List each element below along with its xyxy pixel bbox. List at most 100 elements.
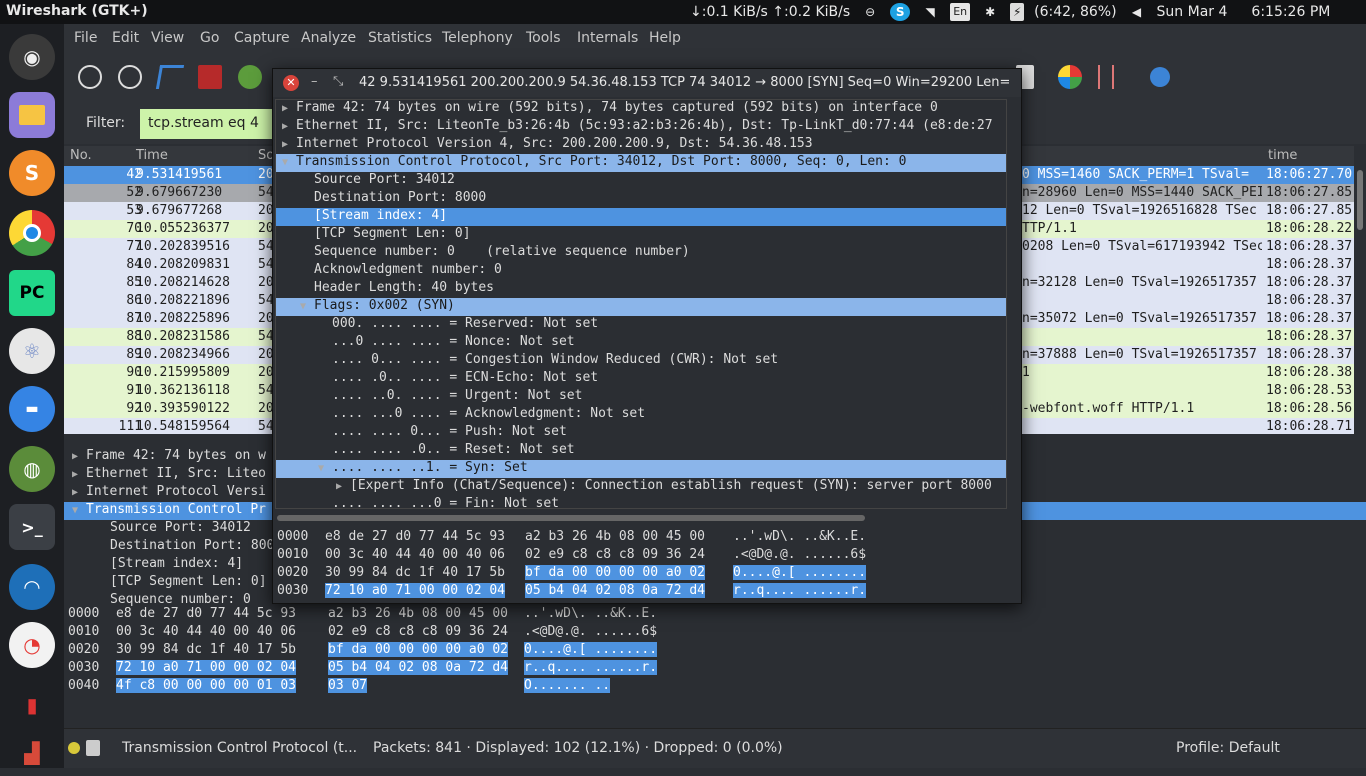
hex-ascii[interactable]: ..'.wD\. ..&K..E. <box>733 529 866 544</box>
battery-icon[interactable]: ⚡ <box>1010 3 1025 21</box>
hex-bytes-b[interactable]: 05 b4 04 02 08 0a 72 d4 <box>328 660 509 675</box>
trash-icon[interactable]: ▟ <box>9 730 55 776</box>
packet-window-tree-item[interactable]: ▶ [Expert Info (Chat/Sequence): Connectio… <box>276 478 1006 496</box>
packet-window-tree-item[interactable]: Acknowledgment number: 0 <box>276 262 1006 280</box>
preferences-icon[interactable] <box>1098 65 1114 89</box>
filter-input[interactable]: tcp.stream eq 4 <box>140 109 280 139</box>
packet-window-tree-item[interactable]: ...0 .... .... = Nonce: Not set <box>276 334 1006 352</box>
chat-app-icon[interactable]: ▬ <box>9 386 55 432</box>
column-time[interactable]: Time <box>136 148 168 163</box>
terminal-icon[interactable]: >_ <box>9 504 55 550</box>
chrome-icon[interactable] <box>9 210 55 256</box>
hex-bytes-a[interactable]: 00 3c 40 44 40 00 40 06 <box>325 547 505 562</box>
menu-analyze[interactable]: Analyze <box>301 30 356 46</box>
hex-bytes-b[interactable]: 03 07 <box>328 678 368 693</box>
packet-window-tree-item[interactable]: Destination Port: 8000 <box>276 190 1006 208</box>
expander-icon[interactable]: ▼ <box>282 157 296 168</box>
sublime-text-icon[interactable]: S <box>9 150 55 196</box>
expander-icon[interactable]: ▶ <box>282 121 296 132</box>
packet-window-tree-item[interactable]: Header Length: 40 bytes <box>276 280 1006 298</box>
packet-window-tree-item[interactable]: ▶ Ethernet II, Src: LiteonTe_b3:26:4b (5c… <box>276 118 1006 136</box>
wifi-icon[interactable]: ◥ <box>920 3 940 21</box>
hex-ascii[interactable]: O....... .. <box>524 678 611 693</box>
menu-statistics[interactable]: Statistics <box>368 30 432 46</box>
hex-bytes-a[interactable]: 00 3c 40 44 40 00 40 06 <box>116 624 296 639</box>
restart-capture-icon[interactable] <box>238 65 262 89</box>
pycharm-icon[interactable]: PC <box>9 270 55 316</box>
packet-window-tree-item[interactable]: Sequence number: 0 (relative sequence nu… <box>276 244 1006 262</box>
maximize-icon[interactable]: ⤡ <box>333 74 343 89</box>
expander-icon[interactable]: ▶ <box>72 487 86 498</box>
clock-time[interactable]: 6:15:26 PM <box>1251 4 1330 20</box>
close-icon[interactable]: ✕ <box>283 75 299 91</box>
atom-icon[interactable]: ⚛ <box>9 328 55 374</box>
hex-ascii[interactable]: .<@D@.@. ......6$ <box>524 624 657 639</box>
expander-icon[interactable]: ▶ <box>282 139 296 150</box>
hex-bytes-b[interactable]: bf da 00 00 00 00 a0 02 <box>525 565 706 580</box>
skype-icon[interactable]: S <box>890 3 911 21</box>
menu-edit[interactable]: Edit <box>112 30 139 46</box>
hex-bytes-a[interactable]: 30 99 84 dc 1f 40 17 5b <box>116 642 296 657</box>
hex-ascii[interactable]: r..q.... ......r. <box>524 660 658 675</box>
wireshark-icon[interactable]: ◠ <box>9 564 55 610</box>
usb-drive-icon[interactable]: ▮ <box>9 682 55 728</box>
packet-window-tree-item[interactable]: .... .0.. .... = ECN-Echo: Not set <box>276 370 1006 388</box>
hex-bytes-a[interactable]: 72 10 a0 71 00 00 02 04 <box>116 660 297 675</box>
bluetooth-icon[interactable]: ✱ <box>980 3 1000 21</box>
menu-go[interactable]: Go <box>200 30 219 46</box>
start-capture-icon[interactable] <box>155 65 185 89</box>
hex-bytes-b[interactable]: bf da 00 00 00 00 a0 02 <box>328 642 509 657</box>
hex-bytes-b[interactable]: a2 b3 26 4b 08 00 45 00 <box>525 529 705 544</box>
packet-window-tree-item[interactable]: .... ..0. .... = Urgent: Not set <box>276 388 1006 406</box>
menu-capture[interactable]: Capture <box>234 30 290 46</box>
menu-help[interactable]: Help <box>649 30 681 46</box>
column-rel-time[interactable]: time <box>1268 148 1297 163</box>
battery-status[interactable]: (6:42, 86%) <box>1034 4 1116 20</box>
hex-bytes-a[interactable]: e8 de 27 d0 77 44 5c 93 <box>325 529 505 544</box>
expander-icon[interactable]: ▼ <box>300 301 314 312</box>
hex-bytes-a[interactable]: e8 de 27 d0 77 44 5c 93 <box>116 606 296 621</box>
stop-capture-icon[interactable] <box>198 65 222 89</box>
menu-file[interactable]: File <box>74 30 97 46</box>
minimize-icon[interactable]: – <box>311 74 318 89</box>
hex-ascii[interactable]: .<@D@.@. ......6$ <box>733 547 866 562</box>
hex-bytes-a[interactable]: 30 99 84 dc 1f 40 17 5b <box>325 565 505 580</box>
packet-window-tree-item[interactable]: ▼.... .... ..1. = Syn: Set <box>276 460 1006 478</box>
hex-bytes-b[interactable]: 02 e9 c8 c8 c8 09 36 24 <box>525 547 705 562</box>
packet-window-tree-item[interactable]: [TCP Segment Len: 0] <box>276 226 1006 244</box>
packet-window-tree-item[interactable]: ▶ Internet Protocol Version 4, Src: 200.2… <box>276 136 1006 154</box>
ubuntu-logo-icon[interactable]: ◉ <box>9 34 55 80</box>
packet-window-tree-item[interactable]: ▶ Frame 42: 74 bytes on wire (592 bits), … <box>276 100 1006 118</box>
column-no[interactable]: No. <box>70 148 92 163</box>
packet-window-tree-item[interactable]: ▼ Transmission Control Protocol, Src Port… <box>276 154 1006 172</box>
menu-telephony[interactable]: Telephony <box>442 30 513 46</box>
hex-bytes-b[interactable]: a2 b3 26 4b 08 00 45 00 <box>328 606 508 621</box>
packet-window-tree-item[interactable]: Source Port: 34012 <box>276 172 1006 190</box>
capture-comment-icon[interactable] <box>86 740 100 756</box>
network-app-icon[interactable]: ◍ <box>9 446 55 492</box>
expander-icon[interactable]: ▶ <box>72 469 86 480</box>
hex-bytes-b[interactable]: 05 b4 04 02 08 0a 72 d4 <box>525 583 706 598</box>
keyboard-layout[interactable]: En <box>950 3 971 21</box>
packet-window-tree-item[interactable]: .... .... ...0 = Fin: Not set <box>276 496 1006 508</box>
menu-tools[interactable]: Tools <box>526 30 561 46</box>
disk-usage-icon[interactable]: ◔ <box>9 622 55 668</box>
menu-view[interactable]: View <box>151 30 184 46</box>
hex-bytes-b[interactable]: 02 e9 c8 c8 c8 09 36 24 <box>328 624 508 639</box>
packet-window-tree-item[interactable]: 000. .... .... = Reserved: Not set <box>276 316 1006 334</box>
status-profile[interactable]: Profile: Default <box>1176 740 1280 756</box>
hex-ascii[interactable]: ..'.wD\. ..&K..E. <box>524 606 657 621</box>
volume-icon[interactable]: ◀ <box>1127 3 1147 21</box>
packet-window-tree-item[interactable]: [Stream index: 4] <box>276 208 1006 226</box>
hex-bytes-a[interactable]: 72 10 a0 71 00 00 02 04 <box>325 583 506 598</box>
expander-icon[interactable]: ▶ <box>282 103 296 114</box>
interfaces-icon[interactable] <box>78 65 102 89</box>
hex-ascii[interactable]: 0....@.[ ........ <box>524 642 658 657</box>
hex-bytes-a[interactable]: 4f c8 00 00 00 00 01 03 <box>116 678 297 693</box>
expander-icon[interactable]: ▼ <box>318 463 332 474</box>
packet-list-scrollbar[interactable] <box>1354 146 1366 434</box>
packet-window-tree-item[interactable]: .... ...0 .... = Acknowledgment: Not set <box>276 406 1006 424</box>
status-icon[interactable]: ⊖ <box>860 3 880 21</box>
help-icon[interactable] <box>1150 67 1170 87</box>
files-icon[interactable] <box>9 92 55 138</box>
